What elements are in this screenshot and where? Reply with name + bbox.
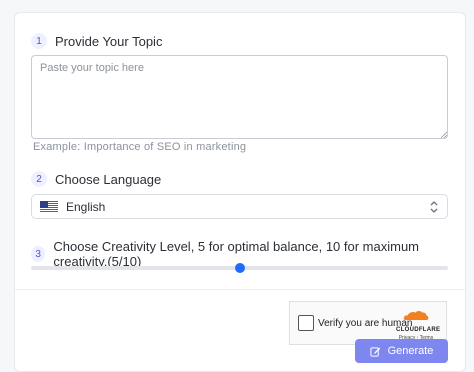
slider-thumb[interactable] [234, 263, 245, 273]
edit-icon [369, 346, 380, 357]
cloudflare-logo: CLOUDFLARE Privacy · Terms [396, 308, 441, 341]
step-2-heading: 2 Choose Language [31, 171, 161, 187]
topic-input[interactable] [31, 55, 448, 139]
generate-label: Generate [387, 345, 434, 357]
selected-language: English [66, 199, 106, 214]
step-number-badge: 2 [31, 171, 47, 187]
section-divider [15, 289, 465, 290]
step-number-badge: 3 [31, 246, 46, 262]
topic-example-hint: Example: Importance of SEO in marketing [33, 141, 247, 153]
step-3-heading: 3 Choose Creativity Level, 5 for optimal… [31, 239, 465, 269]
generate-button[interactable]: Generate [355, 339, 448, 363]
step-label: Provide Your Topic [55, 33, 163, 49]
step-number-badge: 1 [31, 33, 47, 49]
generator-form-card: 1 Provide Your Topic Example: Importance… [14, 12, 466, 372]
cloud-icon [403, 311, 429, 320]
cloudflare-wordmark: CLOUDFLARE [396, 327, 441, 333]
step-label: Choose Language [55, 171, 162, 187]
captcha-checkbox[interactable] [298, 315, 314, 331]
language-select[interactable]: English [31, 194, 448, 219]
step-1-heading: 1 Provide Your Topic [31, 33, 162, 49]
us-flag-icon [40, 200, 58, 213]
creativity-slider[interactable] [31, 263, 448, 273]
chevron-updown-icon [430, 201, 438, 213]
step-label: Choose Creativity Level, 5 for optimal b… [53, 239, 420, 269]
